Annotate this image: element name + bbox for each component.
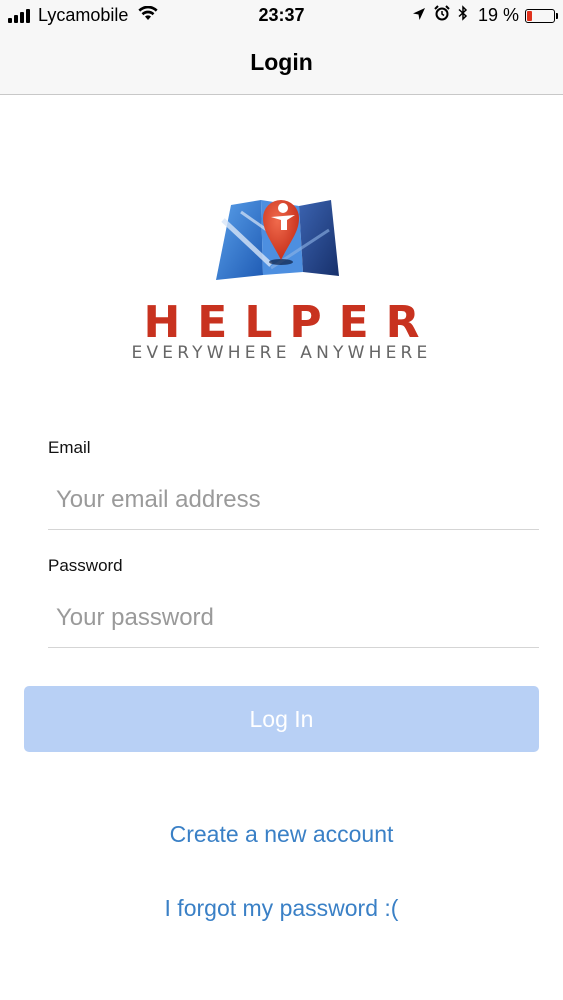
helper-logo: HELPER EVERYWHERE ANYWHERE	[100, 180, 463, 370]
location-icon	[412, 5, 426, 26]
battery-fill	[527, 10, 532, 21]
navigation-bar: Login	[0, 32, 563, 95]
email-label: Email	[48, 438, 91, 457]
login-button[interactable]: Log In	[24, 686, 539, 752]
status-right: 19 %	[404, 5, 558, 26]
map-pin-logo-icon	[216, 200, 339, 280]
page-title: Login	[250, 49, 313, 75]
logo-wordmark: HELPER	[143, 297, 437, 348]
forgot-password-link[interactable]: I forgot my password :(	[0, 895, 563, 922]
battery-percent: 19 %	[477, 5, 519, 25]
alarm-icon	[434, 5, 450, 26]
password-input[interactable]	[48, 588, 539, 648]
email-input[interactable]	[48, 470, 539, 530]
logo-tagline: EVERYWHERE ANYWHERE	[131, 343, 432, 363]
password-label: Password	[48, 556, 123, 575]
battery-icon	[525, 8, 558, 23]
bluetooth-icon	[458, 5, 468, 26]
create-account-link[interactable]: Create a new account	[0, 821, 563, 848]
status-bar: Lycamobile 23:37 19 %	[0, 0, 563, 32]
